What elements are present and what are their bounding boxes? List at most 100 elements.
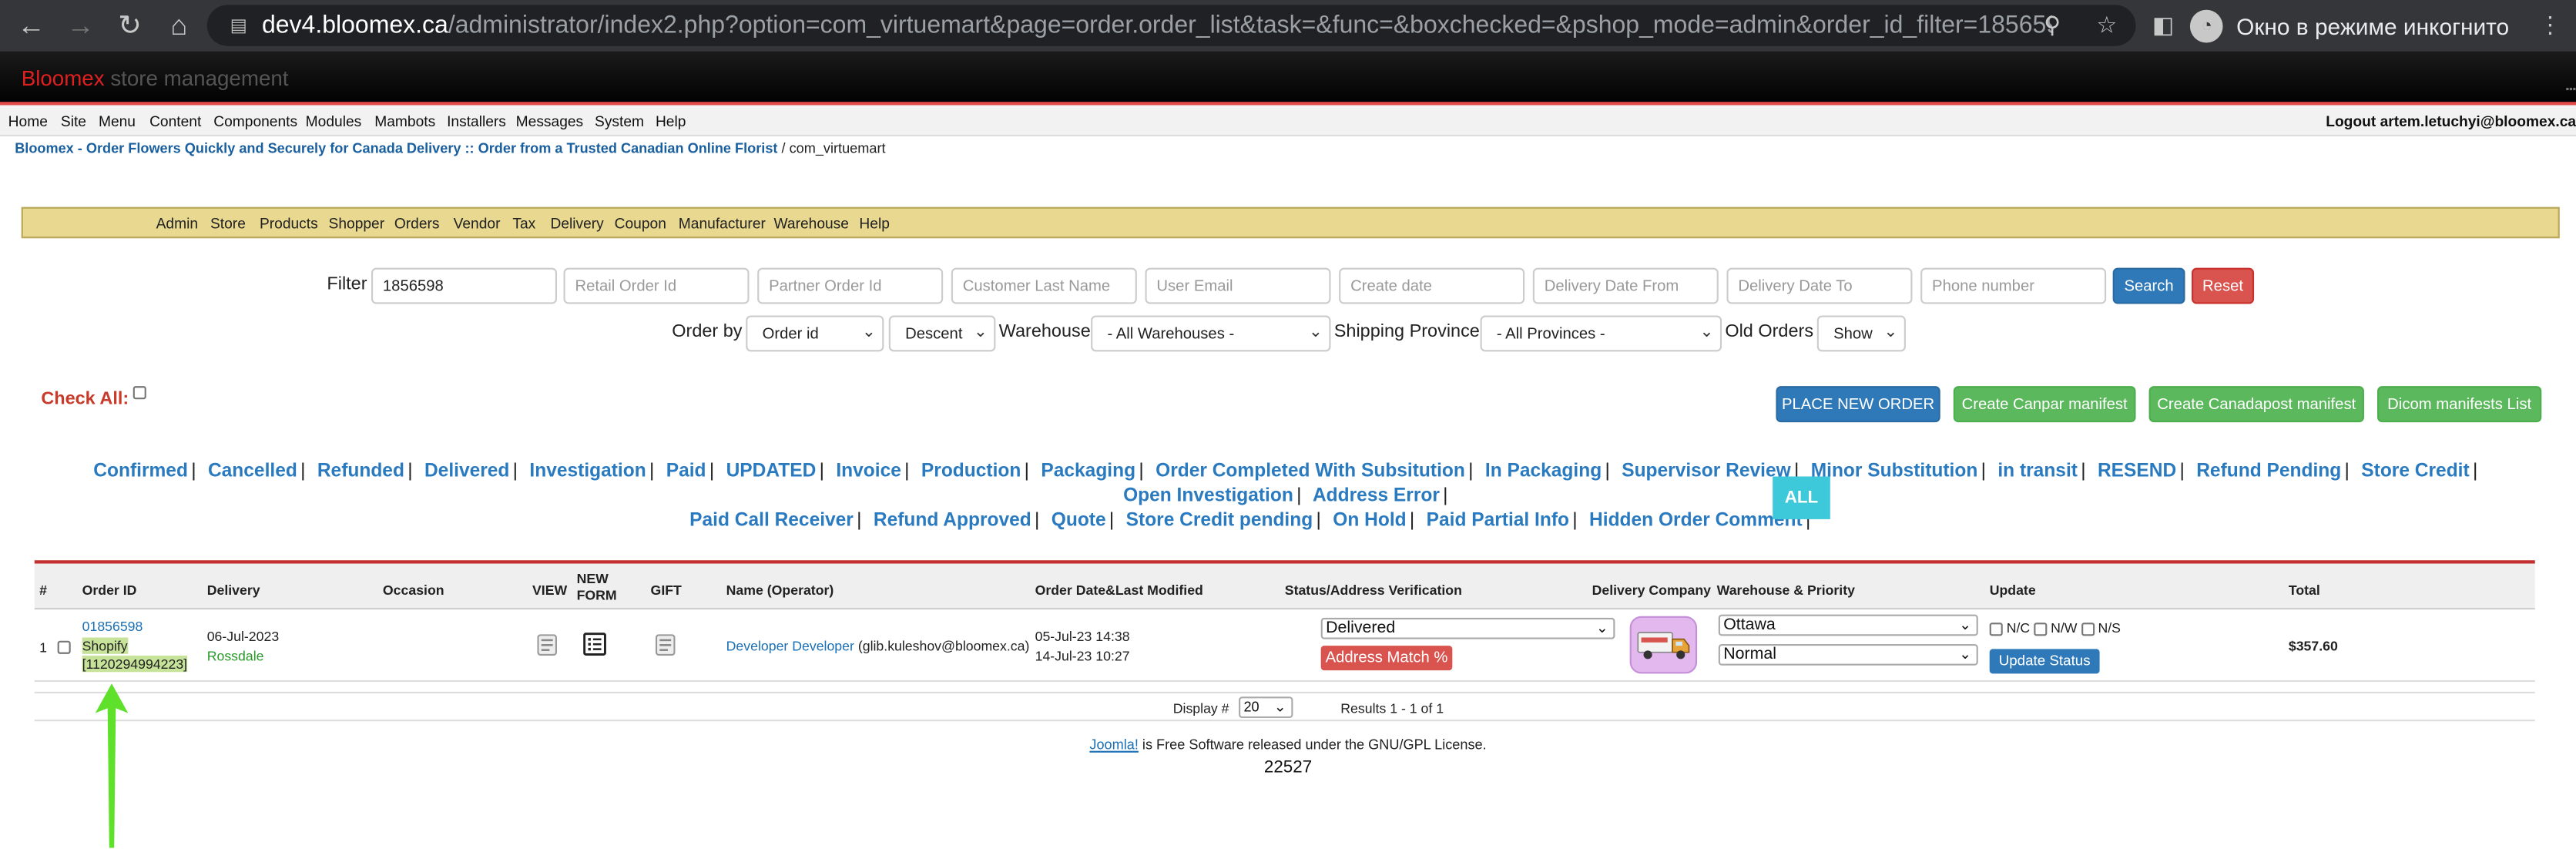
ns-checkbox[interactable] bbox=[2081, 622, 2095, 636]
old-orders-select[interactable]: Show ⌄ bbox=[1816, 315, 1906, 352]
place-new-order-button[interactable]: PLACE NEW ORDER bbox=[1776, 386, 1940, 423]
bookmark-star-icon[interactable]: ☆ bbox=[2096, 12, 2117, 39]
status-link-delivered[interactable]: Delivered bbox=[424, 461, 509, 482]
status-all-button[interactable]: ALL bbox=[1773, 476, 1830, 519]
status-link-supervisor-review[interactable]: Supervisor Review bbox=[1622, 461, 1790, 482]
nc-checkbox[interactable] bbox=[1989, 622, 2003, 636]
vm-menu-admin[interactable]: Admin bbox=[156, 215, 198, 231]
logout-link[interactable]: Logout artem.letuchyi@bloomex.ca bbox=[2326, 113, 2576, 129]
status-link-hidden-order-comment[interactable]: Hidden Order Comment bbox=[1589, 511, 1803, 531]
vm-menu-orders[interactable]: Orders bbox=[394, 215, 440, 231]
dicom-manifests-list-button[interactable]: Dicom manifests List bbox=[2377, 386, 2542, 423]
site-info-icon[interactable]: ▤ bbox=[230, 15, 247, 36]
status-link-order-completed-with-subsitution[interactable]: Order Completed With Subsitution bbox=[1156, 461, 1465, 482]
home-icon[interactable]: ⌂ bbox=[154, 9, 203, 42]
menu-messages[interactable]: Messages bbox=[516, 113, 584, 129]
order-id-link[interactable]: 01856598 bbox=[82, 618, 143, 634]
menu-help[interactable]: Help bbox=[656, 113, 686, 129]
order-status-select[interactable]: Delivered ⌄ bbox=[1320, 617, 1615, 639]
incognito-label[interactable]: Окно в режиме инкогнито bbox=[2236, 12, 2509, 39]
status-link-updated[interactable]: UPDATED bbox=[726, 461, 817, 482]
nw-checkbox[interactable] bbox=[2034, 622, 2048, 636]
vm-menu-tax[interactable]: Tax bbox=[512, 215, 535, 231]
vm-menu-delivery[interactable]: Delivery bbox=[550, 215, 603, 231]
delivery-date-from-input[interactable]: Delivery Date From bbox=[1532, 267, 1719, 304]
joomla-link[interactable]: Joomla! bbox=[1089, 736, 1138, 752]
vm-menu-coupon[interactable]: Coupon bbox=[615, 215, 666, 231]
gift-card-icon[interactable] bbox=[655, 634, 676, 656]
delivery-date-to-input[interactable]: Delivery Date To bbox=[1726, 267, 1913, 304]
status-link-on-hold[interactable]: On Hold bbox=[1333, 511, 1406, 531]
forward-icon[interactable]: → bbox=[56, 9, 106, 42]
status-link-in-packaging[interactable]: In Packaging bbox=[1485, 461, 1602, 482]
partner-order-id-input[interactable]: Partner Order Id bbox=[757, 267, 944, 304]
menu-modules[interactable]: Modules bbox=[306, 113, 362, 129]
user-email-input[interactable]: User Email bbox=[1145, 267, 1331, 304]
status-link-production[interactable]: Production bbox=[921, 461, 1021, 482]
search-button[interactable]: Search bbox=[2112, 267, 2185, 304]
menu-installers[interactable]: Installers bbox=[447, 113, 506, 129]
menu-home[interactable]: Home bbox=[8, 113, 48, 129]
more-menu-icon[interactable]: ⋮ bbox=[2538, 12, 2561, 39]
status-link-refunded[interactable]: Refunded bbox=[317, 461, 404, 482]
status-link-store-credit-pending[interactable]: Store Credit pending bbox=[1126, 511, 1313, 531]
create-date-input[interactable]: Create date bbox=[1339, 267, 1525, 304]
new-form-icon[interactable] bbox=[583, 633, 606, 656]
check-all-checkbox[interactable] bbox=[133, 386, 147, 400]
warehouse-row-select[interactable]: Ottawa ⌄ bbox=[1718, 614, 1978, 636]
customer-name-link[interactable]: Developer Developer bbox=[726, 637, 854, 653]
status-link-refund-approved[interactable]: Refund Approved bbox=[874, 511, 1031, 531]
status-link-invoice[interactable]: Invoice bbox=[836, 461, 901, 482]
status-link-packaging[interactable]: Packaging bbox=[1041, 461, 1135, 482]
address-bar[interactable]: ▤ dev4.bloomex.ca/administrator/index2.p… bbox=[206, 5, 2136, 46]
vm-menu-manufacturer[interactable]: Manufacturer bbox=[679, 215, 766, 231]
menu-system[interactable]: System bbox=[595, 113, 644, 129]
vm-menu-shopper[interactable]: Shopper bbox=[329, 215, 385, 231]
search-icon[interactable]: ⚲ bbox=[2044, 12, 2061, 39]
status-link-refund-pending[interactable]: Refund Pending bbox=[2196, 461, 2341, 482]
status-link-address-error[interactable]: Address Error bbox=[1313, 486, 1440, 506]
order-by-select[interactable]: Order id ⌄ bbox=[746, 315, 884, 352]
status-link-paid[interactable]: Paid bbox=[666, 461, 706, 482]
back-icon[interactable]: ← bbox=[7, 9, 56, 42]
display-count-select[interactable]: 20 ⌄ bbox=[1239, 696, 1293, 718]
menu-components[interactable]: Components bbox=[213, 113, 297, 129]
menu-content[interactable]: Content bbox=[149, 113, 201, 129]
reset-button[interactable]: Reset bbox=[2192, 267, 2255, 304]
status-link-open-investigation[interactable]: Open Investigation bbox=[1123, 486, 1293, 506]
vm-menu-vendor[interactable]: Vendor bbox=[454, 215, 501, 231]
update-status-button[interactable]: Update Status bbox=[1989, 649, 2100, 674]
menu-site[interactable]: Site bbox=[61, 113, 86, 129]
create-canadapost-manifest-button[interactable]: Create Canadapost manifest bbox=[2148, 386, 2364, 423]
shipping-province-select[interactable]: - All Provinces - ⌄ bbox=[1480, 315, 1722, 352]
row-checkbox[interactable] bbox=[57, 640, 71, 654]
delivery-company-badge[interactable] bbox=[1629, 616, 1698, 674]
menu-menu[interactable]: Menu bbox=[99, 113, 136, 129]
direction-select[interactable]: Descent ⌄ bbox=[888, 315, 996, 352]
menu-mambots[interactable]: Mambots bbox=[374, 113, 435, 129]
retail-order-id-input[interactable]: Retail Order Id bbox=[563, 267, 750, 304]
customer-last-name-input[interactable]: Customer Last Name bbox=[951, 267, 1137, 304]
reload-icon[interactable]: ↻ bbox=[105, 9, 154, 42]
vm-menu-store[interactable]: Store bbox=[210, 215, 246, 231]
status-link-cancelled[interactable]: Cancelled bbox=[208, 461, 297, 482]
create-canpar-manifest-button[interactable]: Create Canpar manifest bbox=[1953, 386, 2136, 423]
status-link-investigation[interactable]: Investigation bbox=[529, 461, 646, 482]
status-link-confirmed[interactable]: Confirmed bbox=[93, 461, 188, 482]
breadcrumb-home-link[interactable]: Bloomex - Order Flowers Quickly and Secu… bbox=[15, 139, 777, 156]
phone-number-input[interactable]: Phone number bbox=[1920, 267, 2107, 304]
view-order-icon[interactable] bbox=[537, 634, 557, 656]
address-match-button[interactable]: Address Match % bbox=[1320, 646, 1453, 671]
order-id-filter-input[interactable]: 1856598 bbox=[371, 267, 557, 304]
status-link-resend[interactable]: RESEND bbox=[2098, 461, 2176, 482]
status-link-paid-call-receiver[interactable]: Paid Call Receiver bbox=[689, 511, 854, 531]
vm-menu-products[interactable]: Products bbox=[260, 215, 318, 231]
status-link-store-credit[interactable]: Store Credit bbox=[2361, 461, 2469, 482]
vm-menu-help[interactable]: Help bbox=[859, 215, 889, 231]
status-link-quote[interactable]: Quote bbox=[1052, 511, 1106, 531]
status-link-in-transit[interactable]: in transit bbox=[1997, 461, 2078, 482]
status-link-minor-substitution[interactable]: Minor Substitution bbox=[1811, 461, 1978, 482]
sidebar-icon[interactable]: ◧ bbox=[2152, 12, 2174, 39]
status-link-paid-partial-info[interactable]: Paid Partial Info bbox=[1427, 511, 1569, 531]
warehouse-select[interactable]: - All Warehouses - ⌄ bbox=[1091, 315, 1331, 352]
